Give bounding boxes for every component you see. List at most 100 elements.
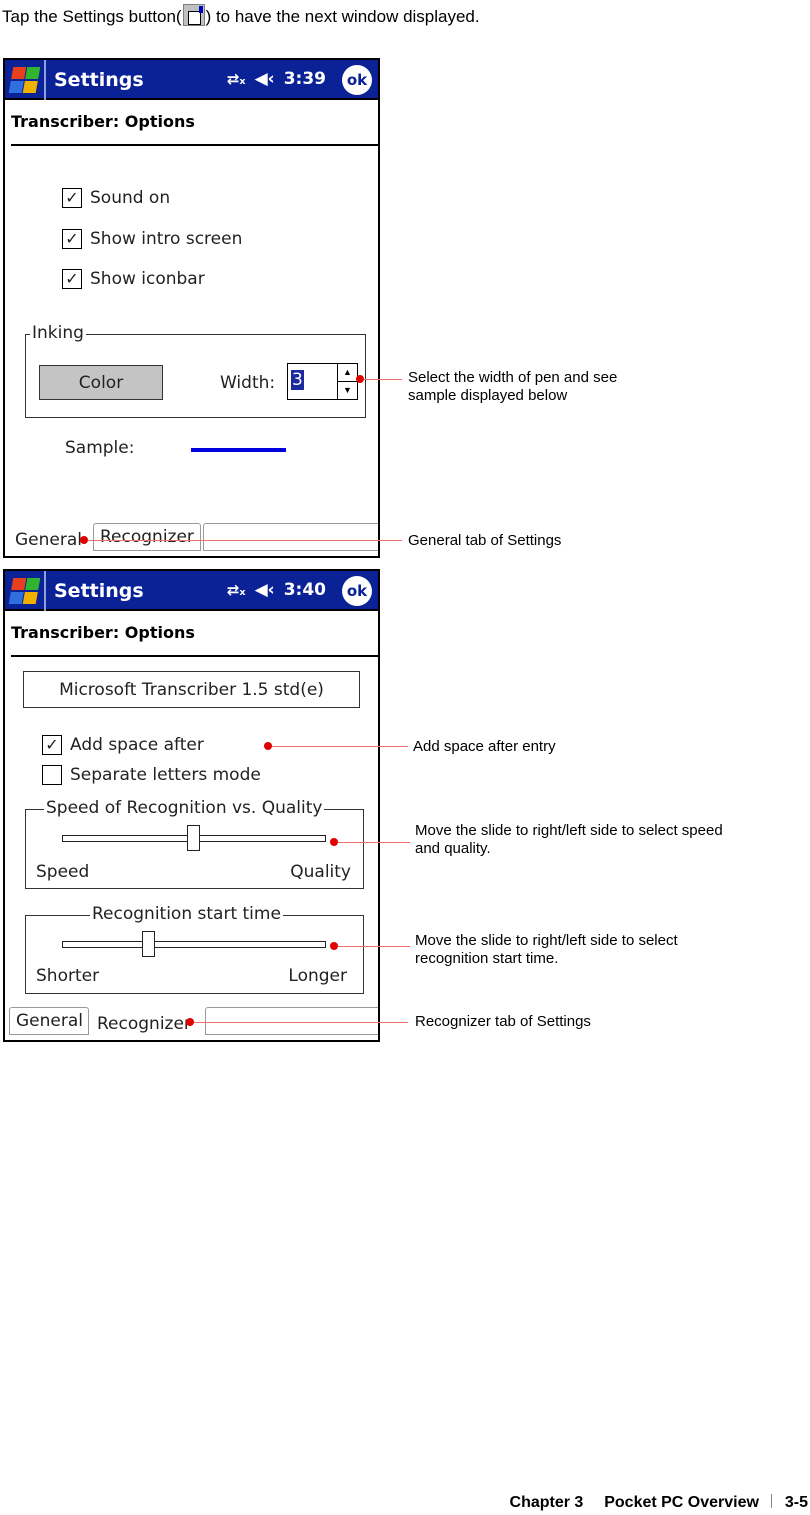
tab-general[interactable]: General bbox=[9, 524, 91, 556]
intro-text-before: Tap the Settings button( bbox=[2, 7, 182, 26]
inking-legend: Inking bbox=[30, 323, 86, 343]
callout-width-line-1: Select the width of pen and see bbox=[408, 369, 618, 386]
footer-page-number: 3-5 bbox=[784, 1494, 808, 1511]
start-time-slider-track[interactable] bbox=[62, 941, 326, 948]
app-title: Settings bbox=[54, 69, 144, 91]
checkbox-checked-icon[interactable]: ✓ bbox=[62, 269, 82, 289]
windows-flag-icon bbox=[7, 66, 42, 94]
callout-line bbox=[338, 946, 410, 947]
checkbox-label: Sound on bbox=[90, 188, 171, 208]
callout-recognizer-tab: Recognizer tab of Settings bbox=[415, 1013, 591, 1030]
callout-dot bbox=[330, 942, 338, 950]
tab-bar-filler bbox=[205, 1007, 378, 1035]
footer-separator bbox=[771, 1494, 773, 1508]
callout-dot bbox=[80, 536, 88, 544]
start-button[interactable] bbox=[5, 60, 46, 100]
callout-add-space: Add space after entry bbox=[413, 738, 556, 755]
page-footer: Chapter 3 Pocket PC Overview 3-5 bbox=[510, 1494, 808, 1512]
checkbox-label: Show intro screen bbox=[90, 229, 243, 249]
callout-line bbox=[272, 746, 408, 747]
add-space-after-checkbox[interactable]: ✓ Add space after bbox=[42, 735, 204, 755]
width-spinner[interactable]: 3 ▲ ▼ bbox=[287, 363, 358, 400]
heading-divider bbox=[11, 655, 378, 657]
system-tray: ⇄ₓ ◀‹ 3:39 bbox=[227, 69, 326, 89]
callout-line bbox=[194, 1022, 408, 1023]
callout-line bbox=[88, 540, 402, 541]
width-value[interactable]: 3 bbox=[291, 370, 304, 390]
checkbox-checked-icon[interactable]: ✓ bbox=[42, 735, 62, 755]
callout-dot bbox=[186, 1018, 194, 1026]
connectivity-icon[interactable]: ⇄ₓ bbox=[227, 70, 246, 88]
ok-button[interactable]: ok bbox=[342, 65, 372, 95]
system-tray: ⇄ₓ ◀‹ 3:40 bbox=[227, 580, 326, 600]
checkbox-checked-icon[interactable]: ✓ bbox=[62, 188, 82, 208]
longer-label: Longer bbox=[288, 966, 347, 986]
quality-label: Quality bbox=[290, 862, 351, 882]
spin-down-icon[interactable]: ▼ bbox=[338, 382, 357, 400]
spin-up-icon[interactable]: ▲ bbox=[338, 364, 357, 382]
speed-label: Speed bbox=[36, 862, 90, 882]
footer-chapter: Chapter 3 bbox=[509, 1494, 584, 1511]
color-button[interactable]: Color bbox=[39, 365, 163, 400]
width-label: Width: bbox=[220, 373, 276, 393]
version-label: Microsoft Transcriber 1.5 std(e) bbox=[23, 671, 360, 708]
connectivity-icon[interactable]: ⇄ₓ bbox=[227, 581, 246, 599]
start-time-legend: Recognition start time bbox=[90, 904, 283, 924]
callout-start-time: Move the slide to right/left side to sel… bbox=[415, 932, 678, 968]
windows-flag-icon bbox=[7, 577, 42, 605]
ok-button[interactable]: ok bbox=[342, 576, 372, 606]
separate-letters-mode-checkbox[interactable]: Separate letters mode bbox=[42, 765, 261, 785]
page-heading: Transcriber: Options bbox=[11, 623, 195, 642]
clock[interactable]: 3:39 bbox=[284, 69, 326, 89]
title-bar: Settings ⇄ₓ ◀‹ 3:40 ok bbox=[5, 571, 378, 611]
callout-speed-line-1: Move the slide to right/left side to sel… bbox=[415, 822, 723, 839]
checkbox-checked-icon[interactable]: ✓ bbox=[62, 229, 82, 249]
start-time-slider-thumb[interactable] bbox=[142, 931, 156, 957]
callout-width: Select the width of pen and see sample d… bbox=[408, 369, 617, 405]
sample-label: Sample: bbox=[65, 438, 135, 458]
callout-start-time-line-1: Move the slide to right/left side to sel… bbox=[415, 932, 678, 949]
show-iconbar-checkbox[interactable]: ✓ Show iconbar bbox=[62, 269, 205, 289]
intro-text-after: ) to have the next window displayed. bbox=[205, 7, 480, 26]
checkbox-label: Show iconbar bbox=[90, 269, 205, 289]
tab-recognizer[interactable]: Recognizer bbox=[93, 523, 201, 551]
app-title: Settings bbox=[54, 580, 144, 602]
clock[interactable]: 3:40 bbox=[284, 580, 326, 600]
sound-on-checkbox[interactable]: ✓ Sound on bbox=[62, 188, 170, 208]
footer-title: Pocket PC Overview bbox=[604, 1494, 759, 1511]
callout-general-tab: General tab of Settings bbox=[408, 532, 562, 549]
start-time-group: Recognition start time Shorter Longer bbox=[25, 904, 364, 994]
intro-text: Tap the Settings button( ) to have the ne… bbox=[2, 4, 480, 27]
checkbox-label: Add space after bbox=[70, 735, 204, 755]
callout-start-time-line-2: recognition start time. bbox=[415, 950, 559, 967]
callout-line bbox=[364, 379, 402, 380]
speed-quality-group: Speed of Recognition vs. Quality Speed Q… bbox=[25, 798, 364, 889]
callout-speed-line-2: and quality. bbox=[415, 840, 491, 857]
callout-speed: Move the slide to right/left side to sel… bbox=[415, 822, 723, 858]
title-bar: Settings ⇄ₓ ◀‹ 3:39 ok bbox=[5, 60, 378, 100]
tab-bar: General Recognizer bbox=[5, 520, 378, 556]
start-button[interactable] bbox=[5, 571, 46, 611]
show-intro-screen-checkbox[interactable]: ✓ Show intro screen bbox=[62, 229, 242, 249]
checkbox-label: Separate letters mode bbox=[70, 765, 261, 785]
pen-sample-line bbox=[191, 448, 286, 452]
inking-group: Inking Color Width: 3 ▲ ▼ bbox=[25, 323, 366, 418]
page-heading: Transcriber: Options bbox=[11, 112, 195, 131]
tab-bar-filler bbox=[203, 523, 378, 551]
recognizer-settings-screen: Settings ⇄ₓ ◀‹ 3:40 ok Transcriber: Opti… bbox=[3, 569, 380, 1042]
tab-general[interactable]: General bbox=[9, 1007, 89, 1035]
speed-quality-slider-thumb[interactable] bbox=[187, 825, 200, 851]
callout-dot bbox=[356, 375, 364, 383]
speaker-icon[interactable]: ◀‹ bbox=[255, 580, 275, 600]
callout-dot bbox=[330, 838, 338, 846]
speed-quality-legend: Speed of Recognition vs. Quality bbox=[44, 798, 325, 818]
general-settings-screen: Settings ⇄ₓ ◀‹ 3:39 ok Transcriber: Opti… bbox=[3, 58, 380, 558]
settings-icon bbox=[182, 4, 205, 26]
checkbox-unchecked-icon[interactable] bbox=[42, 765, 62, 785]
callout-width-line-2: sample displayed below bbox=[408, 387, 568, 404]
speaker-icon[interactable]: ◀‹ bbox=[255, 69, 275, 89]
heading-divider bbox=[11, 144, 378, 146]
callout-line bbox=[338, 842, 410, 843]
callout-dot bbox=[264, 742, 272, 750]
shorter-label: Shorter bbox=[36, 966, 100, 986]
